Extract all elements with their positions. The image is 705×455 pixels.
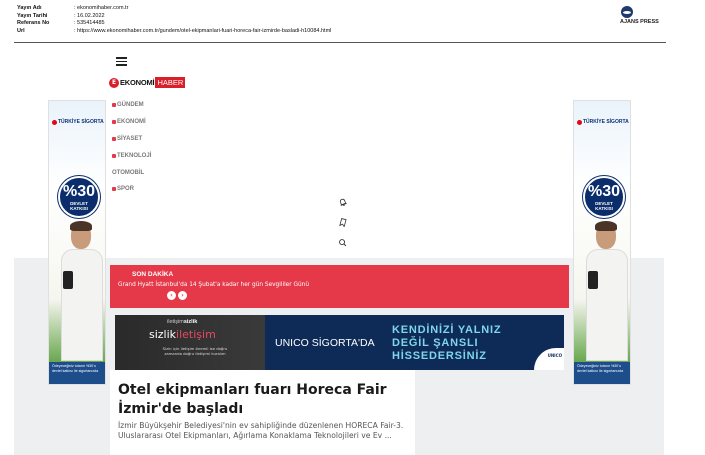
person-body	[61, 249, 103, 361]
flag-icon	[112, 136, 116, 141]
logo-mark-icon: E	[109, 77, 119, 88]
ad-badge-percent: %30	[62, 183, 96, 200]
nav-item-teknoloji[interactable]: TEKNOLOJİ	[112, 147, 151, 164]
nav-label: OTOMOBİL	[112, 169, 145, 176]
article-card[interactable]: Otel ekipmanları fuarı Horeca Fair İzmir…	[110, 370, 415, 455]
phone-icon	[588, 271, 598, 289]
nav-item-siyaset[interactable]: SİYASET	[112, 131, 151, 148]
menu-line	[116, 64, 127, 66]
banner-ad[interactable]: iletişimsizlik sizlikiletişim Sizin için…	[115, 315, 564, 370]
banner-corner-logo: UNICO	[547, 353, 562, 358]
side-ad-right[interactable]: TÜRKİYE SİGORTA %30 DEVLET KATKISI Ödeye…	[573, 100, 631, 385]
ad-person-image	[586, 221, 628, 361]
chip-icon	[112, 153, 116, 158]
banner-brand-main: sizlik	[183, 319, 198, 325]
meta-row-date: Yayın Tarihi : 16.02.2022	[17, 13, 331, 21]
clipping-metadata: Yayın Adı : ekonomihaber.com.tr Yayın Ta…	[17, 5, 331, 35]
article-summary: İzmir Büyükşehir Belediyesi'nin ev sahip…	[118, 421, 404, 440]
banner-slogan-line: HİSSEDERSİNİZ	[392, 350, 487, 362]
banner-slogan-line: DEĞİL ŞANSLI	[392, 337, 479, 349]
ad-brand: TÜRKİYE SİGORTA	[583, 119, 629, 125]
prev-button[interactable]: ‹	[167, 291, 176, 300]
toolbar-icons	[338, 198, 347, 258]
ad-brand-logo: TÜRKİYE SİGORTA	[52, 119, 104, 125]
nav-label: SPOR	[117, 186, 135, 193]
person-hair	[70, 221, 92, 231]
meta-value: : 535414485	[74, 20, 105, 26]
agency-name: AJANS PRESS	[620, 19, 659, 25]
banner-slogan: KENDİNİZİ YALNIZ DEĞİL ŞANSLI HİSSEDERSİ…	[392, 324, 501, 363]
brand-mark-icon	[577, 119, 582, 125]
logo-text-part2: HABER	[155, 77, 186, 88]
next-button[interactable]: ›	[178, 291, 187, 300]
ad-brand: TÜRKİYE SİGORTA	[58, 119, 104, 125]
logo-text-part1: EKONOMİ	[120, 78, 155, 87]
nav-item-gundem[interactable]: GÜNDEM	[112, 97, 151, 114]
banner-middle-text: UNICO SİGORTA'DA	[275, 337, 375, 349]
banner-title-a: sizlik	[149, 328, 177, 341]
ad-badge: %30 DEVLET KATKISI	[58, 176, 100, 218]
meta-key: Referans No	[17, 20, 50, 26]
breaking-news-headline[interactable]: Grand Hyatt İstanbul'da 14 Şubat'a kadar…	[118, 282, 309, 288]
meta-value: : https://www.ekonomihaber.com.tr/gundem…	[74, 27, 332, 34]
article-title[interactable]: Otel ekipmanları fuarı Horeca Fair İzmir…	[118, 381, 408, 419]
ad-badge-line2: KATKISI	[70, 206, 88, 211]
ad-footer-text: Ödeyeceğiniz tutarın %30'u devlet katkıs…	[574, 362, 630, 384]
banner-corner-shape	[534, 348, 564, 370]
breaking-news-title: SON DAKİKA	[132, 271, 174, 278]
divider	[14, 42, 666, 43]
menu-line	[116, 60, 127, 62]
main-nav: GÜNDEM EKONOMİ SİYASET TEKNOLOJİ OTOMOBİ…	[112, 97, 151, 198]
bell-icon[interactable]	[338, 198, 347, 207]
arrow-right-icon	[112, 103, 116, 108]
ad-badge-percent: %30	[587, 183, 621, 200]
ad-person-image	[61, 221, 103, 361]
meta-row-publication: Yayın Adı : ekonomihaber.com.tr	[17, 5, 331, 13]
search-icon[interactable]	[338, 238, 347, 247]
meta-value: : 16.02.2022	[74, 12, 105, 19]
ad-badge-line2: KATKISI	[595, 206, 613, 211]
person-body	[586, 249, 628, 361]
meta-row-reference: Referans No : 535414485	[17, 20, 331, 28]
meta-value: : ekonomihaber.com.tr	[74, 5, 129, 11]
nav-label: SİYASET	[117, 135, 143, 142]
menu-line	[116, 57, 127, 59]
nav-item-otomobil[interactable]: OTOMOBİL	[112, 164, 151, 181]
agency-globe-icon	[621, 6, 633, 18]
ad-badge: %30 DEVLET KATKISI	[583, 176, 625, 218]
banner-title-b: iletişim	[176, 328, 216, 341]
banner-brand-pre: iletişim	[167, 319, 184, 325]
chart-icon	[112, 120, 116, 125]
menu-icon[interactable]	[116, 57, 127, 68]
meta-key: Url	[17, 27, 25, 34]
phone-icon	[63, 271, 73, 289]
bookmark-icon[interactable]	[338, 218, 347, 227]
agency-logo: AJANS PRESS	[620, 6, 670, 25]
ad-brand-logo: TÜRKİYE SİGORTA	[577, 119, 629, 125]
nav-item-ekonomi[interactable]: EKONOMİ	[112, 114, 151, 131]
side-ad-left[interactable]: TÜRKİYE SİGORTA %30 DEVLET KATKISI Ödeye…	[48, 100, 106, 385]
person-hair	[595, 221, 617, 231]
brand-mark-icon	[52, 119, 57, 125]
banner-title: sizlikiletişim	[149, 328, 216, 341]
meta-key: Yayın Adı	[17, 5, 42, 11]
meta-key: Yayın Tarihi	[17, 12, 48, 19]
nav-label: EKONOMİ	[117, 119, 146, 126]
trophy-icon	[112, 187, 116, 192]
ad-footer-text: Ödeyeceğiniz tutarın %30'u devlet katkıs…	[49, 362, 105, 384]
breaking-news-bar: SON DAKİKA Grand Hyatt İstanbul'da 14 Şu…	[110, 265, 569, 308]
banner-description: Sizin için iletişim önemli ise doğru zam…	[162, 346, 228, 356]
meta-row-url: Url : https://www.ekonomihaber.com.tr/gu…	[17, 28, 331, 36]
banner-brand: iletişimsizlik	[167, 319, 197, 325]
banner-slogan-line: KENDİNİZİ YALNIZ	[392, 324, 502, 336]
nav-item-spor[interactable]: SPOR	[112, 181, 151, 198]
site-logo[interactable]: E EKONOMİ HABER	[109, 77, 186, 88]
nav-label: GÜNDEM	[117, 102, 144, 109]
breaking-news-controls: ‹ ›	[167, 291, 187, 300]
nav-label: TEKNOLOJİ	[117, 152, 152, 159]
